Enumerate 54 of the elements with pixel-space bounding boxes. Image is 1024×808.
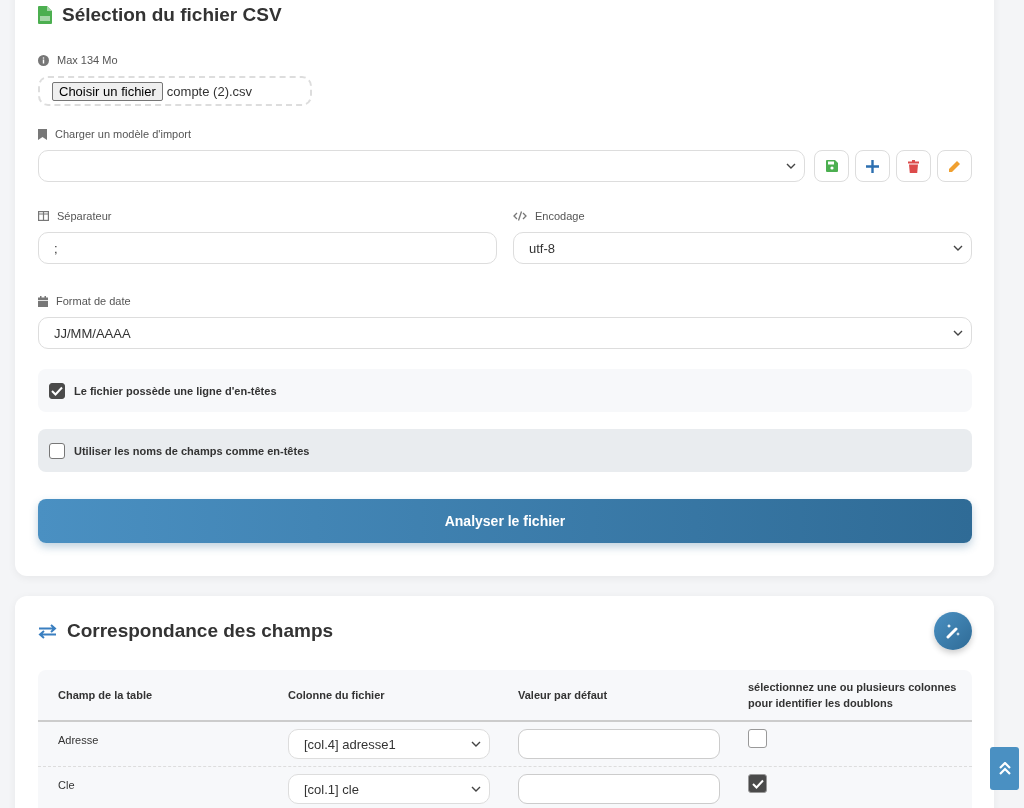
table-cell-text: Adresse: [58, 733, 100, 746]
save-button[interactable]: [814, 150, 849, 182]
checkbox-label: Utiliser les noms de champs comme en-têtes: [74, 444, 310, 457]
checkbox[interactable]: [748, 774, 767, 793]
separator-field[interactable]: ;: [38, 232, 497, 264]
checkmark-icon: [751, 778, 764, 789]
scroll-top-button[interactable]: [990, 747, 1019, 790]
field-label: Charger un modèle d'import: [55, 128, 191, 140]
column-header: sélectionnez une ou plusieurs colonnes pour identifier les doublons: [748, 680, 958, 711]
checkbox-label: Le fichier possède une ligne d'en-têtes: [74, 384, 277, 397]
auto-map-button[interactable]: [934, 612, 972, 650]
chevron-down-icon: [471, 786, 481, 792]
column-header: Champ de la table: [58, 688, 154, 703]
column-select[interactable]: [col.4] adresse1: [288, 729, 490, 759]
default-value-field[interactable]: [518, 729, 720, 759]
chevron-down-icon: [953, 330, 963, 336]
chevron-down-icon: [471, 741, 481, 747]
delete-button[interactable]: [896, 150, 931, 182]
info-icon: [38, 54, 49, 66]
column-header: Valeur par défaut: [518, 688, 609, 703]
edit-button[interactable]: [937, 150, 972, 182]
field-label: Format de date: [56, 295, 131, 307]
calendar-icon: [38, 295, 48, 307]
columns-icon: [38, 211, 49, 221]
choose-file-button[interactable]: Choisir un fichier: [52, 81, 163, 101]
checkbox[interactable]: [49, 382, 65, 399]
trash-icon: [908, 159, 919, 173]
field-label: Séparateur: [57, 210, 112, 222]
field-label: Encodage: [535, 210, 585, 222]
column-header: Colonne du fichier: [288, 688, 386, 703]
section-title: Sélection du fichier CSV: [62, 4, 282, 26]
csv-file-icon: [38, 6, 52, 24]
file-name: compte (2).csv: [166, 83, 253, 99]
default-value-field[interactable]: [518, 774, 720, 804]
pencil-icon: [948, 159, 961, 173]
date-format-select[interactable]: JJ/MM/AAAA: [38, 317, 972, 349]
field-label: Max 134 Mo: [57, 54, 118, 66]
table-cell-text: Cle: [58, 778, 76, 791]
chevron-down-icon: [953, 245, 963, 251]
magic-wand-icon: [945, 623, 961, 639]
add-button[interactable]: [855, 150, 890, 182]
checkbox[interactable]: [49, 442, 65, 459]
code-icon: [513, 211, 527, 221]
checkbox[interactable]: [748, 729, 767, 748]
column-select[interactable]: [col.1] cle: [288, 774, 490, 804]
double-chevron-up-icon: [998, 762, 1011, 775]
plus-icon: [866, 159, 879, 173]
encoding-select[interactable]: utf-8: [513, 232, 972, 264]
checkmark-icon: [51, 385, 63, 396]
bookmark-icon: [38, 128, 47, 140]
chevron-down-icon: [786, 163, 796, 169]
analyze-button[interactable]: Analyser le fichier: [38, 499, 972, 543]
swap-arrows-icon: [38, 623, 57, 639]
section-title: Correspondance des champs: [67, 620, 334, 642]
